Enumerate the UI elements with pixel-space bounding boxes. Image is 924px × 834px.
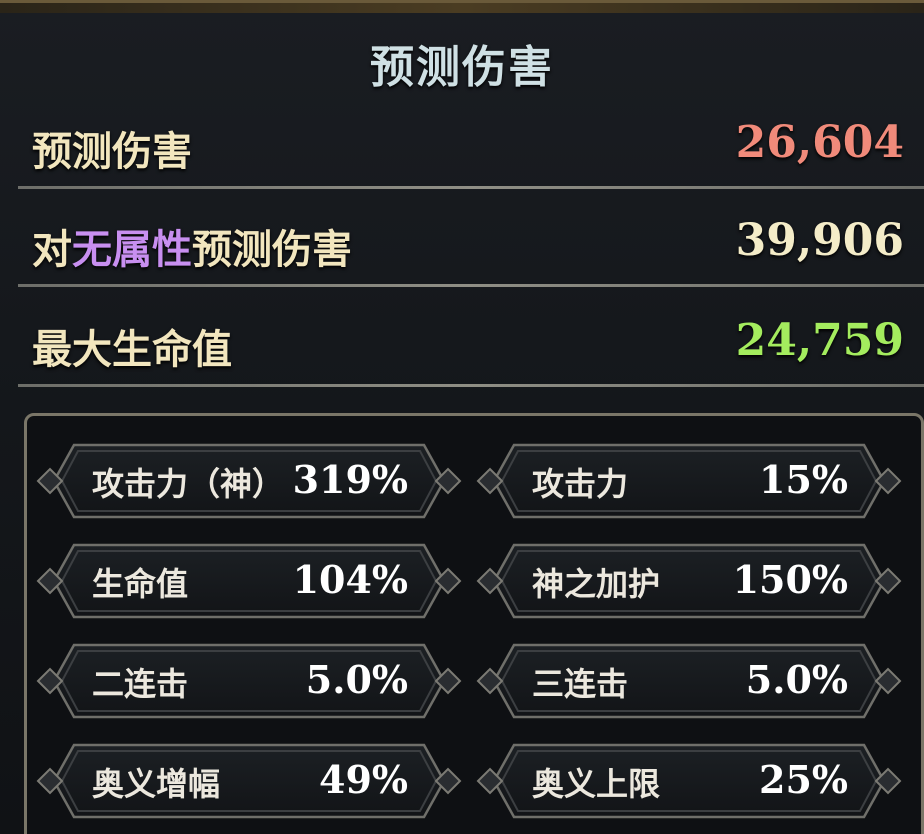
stat-hp-cell: 生命值 104%: [34, 539, 464, 623]
stat-atk-cell: 攻击力 15%: [474, 439, 904, 523]
stat-atk-god-label: 攻击力（神）: [92, 465, 285, 503]
forecast-damage-value: 26,604: [735, 117, 904, 168]
max-hp-value: 24,759: [735, 315, 904, 366]
stat-ougi-cap-label: 奥义上限: [532, 765, 661, 803]
stat-divine-protection-value: 150%: [732, 557, 848, 602]
stat-triple-attack-label: 三连击: [532, 665, 629, 703]
stat-double-attack-value: 5.0%: [305, 657, 408, 702]
damage-forecast-panel: 预测伤害 预测伤害 26,604 对无属性预测伤害 39,906 最大生命值 2…: [0, 0, 924, 834]
stat-ougi-damage-cell: 奥义增幅 49%: [34, 739, 464, 823]
panel-title: 预测伤害: [370, 42, 554, 93]
stat-atk-god-cell: 攻击力（神） 319%: [34, 439, 464, 523]
element-name: 无属性: [72, 227, 192, 273]
element-damage-label-suffix: 预测伤害: [192, 227, 352, 273]
max-hp-row: 最大生命值 24,759: [18, 303, 924, 387]
row-divider: [18, 284, 924, 287]
header-ornament-strip: [0, 3, 924, 13]
element-damage-label-prefix: 对: [32, 227, 72, 273]
element-damage-value: 39,906: [735, 215, 904, 266]
stat-atk-god-value: 319%: [292, 457, 408, 502]
row-divider: [18, 384, 924, 387]
stat-ougi-damage-value: 49%: [319, 757, 408, 802]
stat-hp-label: 生命值: [92, 565, 189, 603]
stat-divine-protection-cell: 神之加护 150%: [474, 539, 904, 623]
stat-triple-attack-value: 5.0%: [745, 657, 848, 702]
element-damage-row: 对无属性预测伤害 39,906: [18, 203, 924, 287]
stat-atk-label: 攻击力: [532, 465, 629, 503]
stat-ougi-cap-cell: 奥义上限 25%: [474, 739, 904, 823]
stat-ougi-damage-label: 奥义增幅: [92, 765, 221, 803]
forecast-damage-row: 预测伤害 26,604: [18, 105, 924, 189]
stat-divine-protection-label: 神之加护: [532, 565, 661, 603]
row-divider: [18, 186, 924, 189]
max-hp-label: 最大生命值: [32, 327, 232, 373]
forecast-damage-label: 预测伤害: [32, 129, 192, 175]
stat-hp-value: 104%: [292, 557, 408, 602]
element-damage-label: 对无属性预测伤害: [32, 217, 352, 275]
stat-atk-value: 15%: [759, 457, 848, 502]
stat-triple-attack-cell: 三连击 5.0%: [474, 639, 904, 723]
stat-double-attack-label: 二连击: [92, 665, 189, 703]
stat-ougi-cap-value: 25%: [759, 757, 848, 802]
stat-double-attack-cell: 二连击 5.0%: [34, 639, 464, 723]
